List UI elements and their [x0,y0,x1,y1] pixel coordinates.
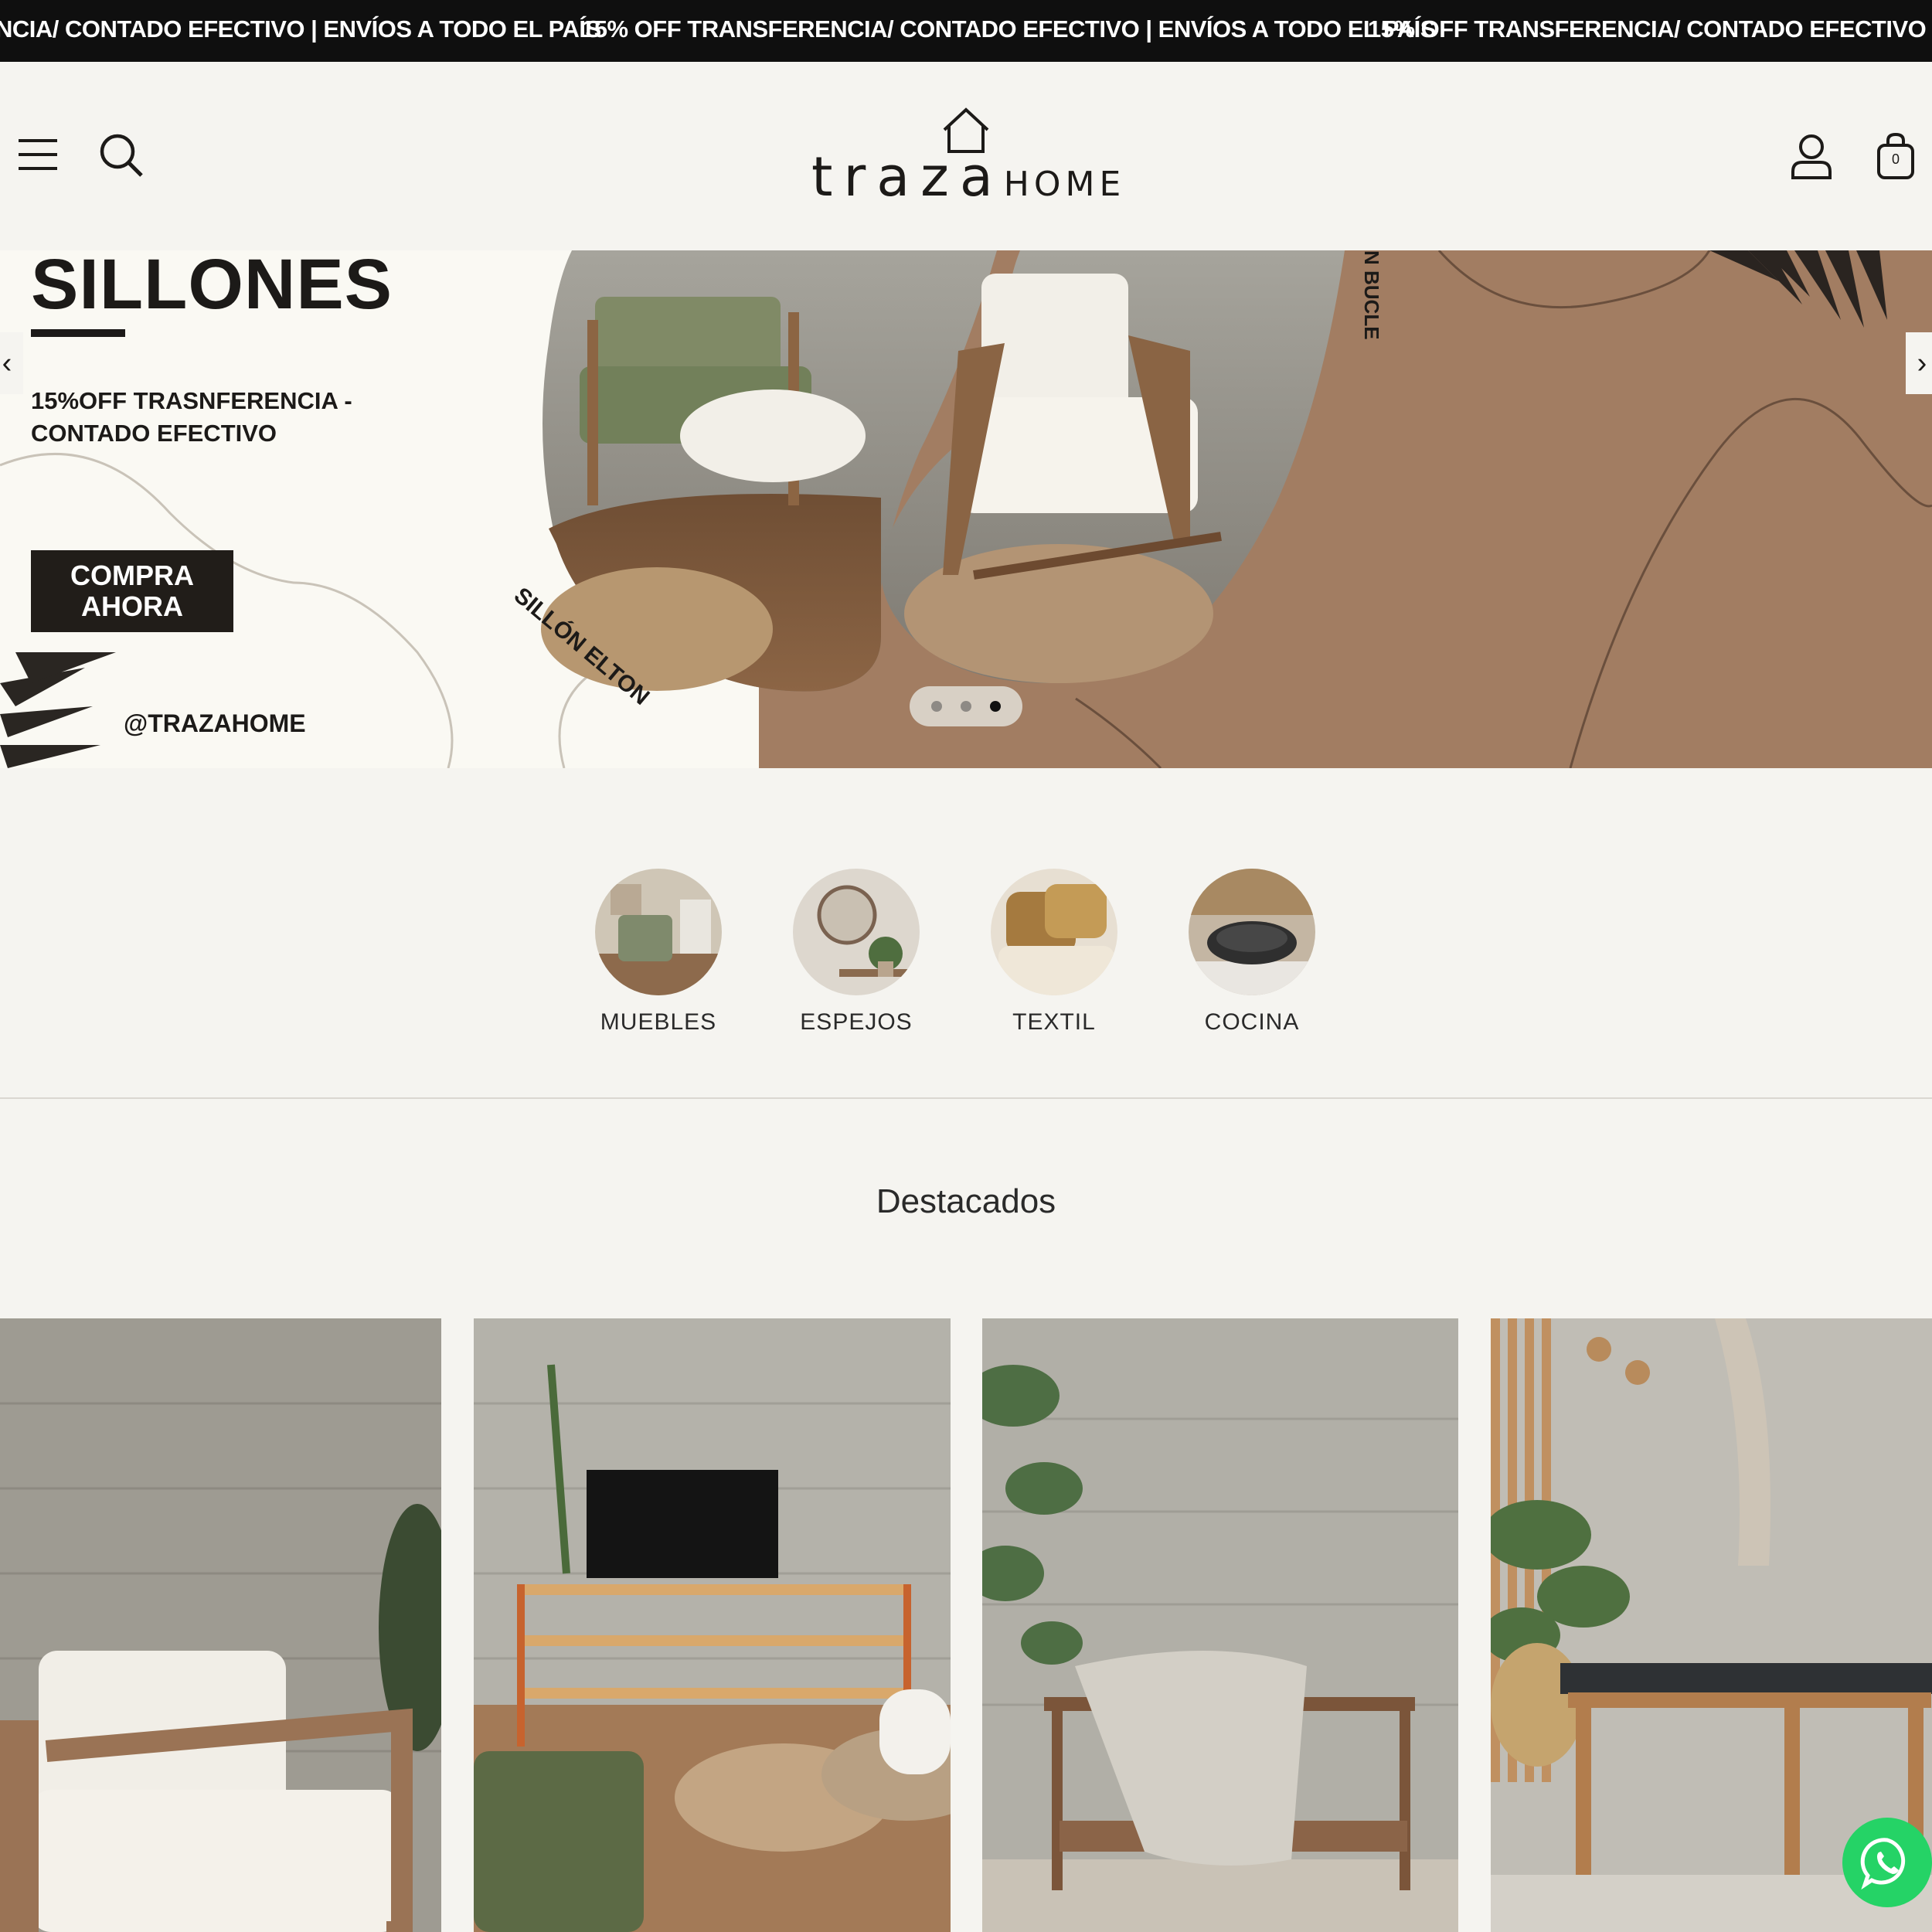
category-image-muebles [595,869,722,995]
search-icon [100,134,143,177]
cta-line-1: COMPRA [70,560,194,591]
product-image [982,1318,1458,1932]
product-label-bucle: N BUCLE [1360,250,1383,340]
hero-title: SILLONES [31,250,393,324]
cta-line-2: AHORA [81,590,183,622]
chevron-left-icon: ‹ [2,346,12,379]
category-espejos[interactable]: ESPEJOS [787,869,926,1036]
logo-wordmark: trazaHOME [811,145,1125,209]
section-divider [0,1097,1932,1099]
slider-dot-2[interactable] [961,701,971,712]
slider-dot-1[interactable] [931,701,942,712]
announcement-bar: NCIA/ CONTADO EFECTIVO | ENVÍOS A TODO E… [0,0,1932,62]
hero-promo-text: 15%OFF TRASNFERENCIA - CONTADO EFECTIVO [31,387,352,447]
palm-leaf-shape [1709,250,1887,328]
category-image-espejos [793,869,920,995]
category-label: ESPEJOS [800,1009,913,1035]
category-textil[interactable]: TEXTIL [985,869,1124,1036]
category-muebles[interactable]: MUEBLES [589,869,728,1036]
site-header: trazaHOME 0 [0,62,1932,250]
chevron-right-icon: › [1917,346,1927,379]
search-button[interactable] [99,133,144,178]
logo-text: traza [811,145,1004,209]
product-card[interactable] [474,1318,951,1932]
user-icon [1791,134,1832,179]
menu-icon [19,139,57,170]
slider-pagination [910,686,1022,726]
product-card[interactable] [982,1318,1458,1932]
account-button[interactable] [1790,133,1833,181]
whatsapp-button[interactable] [1842,1818,1932,1907]
product-image [474,1318,951,1932]
cart-count: 0 [1891,151,1900,167]
category-cocina[interactable]: COCINA [1182,869,1321,1036]
category-label: COCINA [1204,1009,1300,1035]
logo-suffix: HOME [1003,165,1126,204]
category-label: MUEBLES [600,1009,717,1035]
announcement-text: NCIA/ CONTADO EFECTIVO | ENVÍOS A TODO E… [0,15,601,43]
slider-next-button[interactable]: › [1906,332,1932,394]
category-image-cocina [1189,869,1315,995]
shop-now-button[interactable]: COMPRA AHORA [31,550,233,632]
product-card[interactable] [0,1318,441,1932]
social-handle: @TRAZAHOME [124,709,306,737]
slider-prev-button[interactable]: ‹ [0,332,23,394]
whatsapp-icon [1860,1838,1906,1889]
hero-banner[interactable]: SILLONES 15%OFF TRASNFERENCIA - CONTADO … [0,250,1932,768]
product-image [0,1318,441,1932]
hero-title-underline [31,329,125,337]
menu-button[interactable] [17,136,60,173]
announcement-text: 15% OFF TRANSFERENCIA/ CONTADO EFECTIVO … [1368,15,1932,43]
featured-section-title: Destacados [876,1182,1056,1220]
category-image-textil [991,869,1117,995]
palm-leaf-shape [0,652,116,768]
site-logo[interactable]: trazaHOME [811,107,1121,209]
category-label: TEXTIL [1012,1009,1096,1035]
slider-dot-3[interactable] [990,701,1001,712]
announcement-text: 15% OFF TRANSFERENCIA/ CONTADO EFECTIVO … [581,15,1436,43]
cart-button[interactable]: 0 [1876,131,1915,181]
